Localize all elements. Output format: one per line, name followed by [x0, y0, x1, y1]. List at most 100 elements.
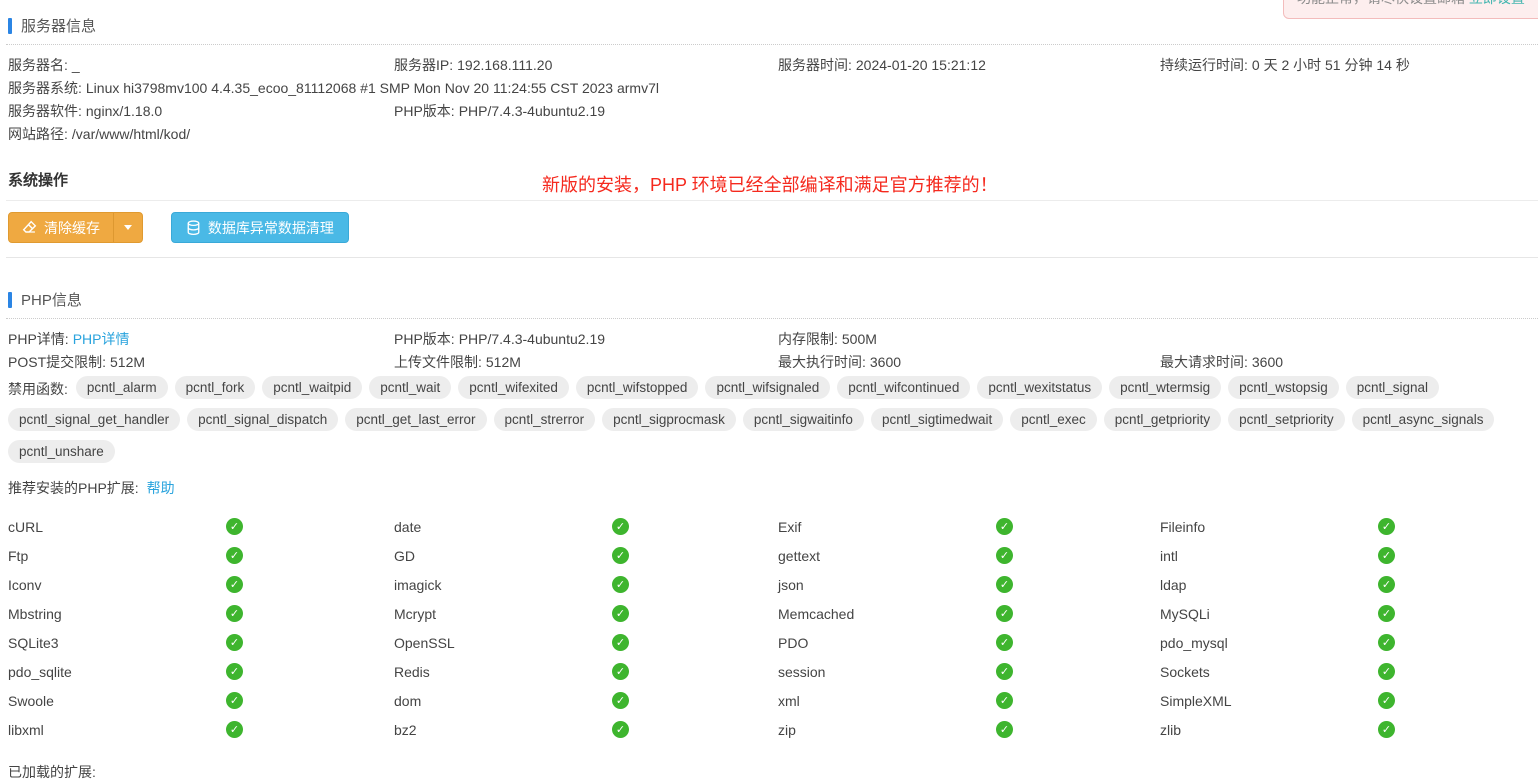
check-circle-icon: ✓ — [996, 692, 1013, 709]
db-clean-button[interactable]: 数据库异常数据清理 — [171, 212, 349, 243]
recommended-extensions-label: 推荐安装的PHP扩展: — [8, 480, 139, 496]
extension-status-cell: Redis ✓ — [394, 657, 778, 686]
check-circle-icon: ✓ — [996, 721, 1013, 738]
clear-cache-label: 清除缓存 — [44, 218, 100, 238]
check-circle-icon: ✓ — [612, 518, 629, 535]
check-circle-icon: ✓ — [612, 547, 629, 564]
max-exec-field: 最大执行时间:3600 — [778, 355, 1160, 369]
recommended-extensions-line: 推荐安装的PHP扩展: 帮助 — [6, 472, 1538, 508]
extension-status-cell: Iconv ✓ — [8, 570, 394, 599]
php-info-title: PHP信息 — [21, 289, 82, 310]
extension-name: Swoole — [8, 693, 226, 709]
extension-status-cell: GD ✓ — [394, 541, 778, 570]
check-circle-icon: ✓ — [612, 605, 629, 622]
extension-name: OpenSSL — [394, 635, 612, 651]
check-circle-icon: ✓ — [1378, 547, 1395, 564]
check-circle-icon: ✓ — [996, 576, 1013, 593]
alert-text: 功能正常，请尽快设置邮箱 — [1297, 0, 1465, 6]
extension-name: libxml — [8, 722, 226, 738]
check-circle-icon: ✓ — [612, 721, 629, 738]
disabled-function-tag: pcntl_sigtimedwait — [871, 408, 1003, 431]
check-circle-icon: ✓ — [612, 663, 629, 680]
disabled-function-tag: pcntl_signal_get_handler — [8, 408, 180, 431]
server-php-version-field: PHP版本:PHP/7.4.3-4ubuntu2.19 — [394, 104, 1538, 118]
check-circle-icon: ✓ — [1378, 692, 1395, 709]
extension-status-cell: libxml ✓ — [8, 715, 394, 744]
extension-status-cell: zlib ✓ — [1160, 715, 1538, 744]
disabled-function-tag: pcntl_signal — [1346, 376, 1439, 399]
extension-name: Mcrypt — [394, 606, 612, 622]
disabled-function-tag: pcntl_sigprocmask — [602, 408, 736, 431]
disabled-function-tag: pcntl_fork — [175, 376, 256, 399]
memory-limit-field: 内存限制:500M — [778, 332, 1538, 346]
extension-name: json — [778, 577, 996, 593]
disabled-function-tag: pcntl_wifexited — [458, 376, 569, 399]
extension-status-cell: Memcached ✓ — [778, 599, 1160, 628]
disabled-function-tag: pcntl_alarm — [76, 376, 168, 399]
extension-name: pdo_mysql — [1160, 635, 1378, 651]
alert-setup-link[interactable]: 立即设置 — [1469, 0, 1525, 6]
email-setup-alert: 功能正常，请尽快设置邮箱 立即设置 — [1283, 0, 1538, 19]
server-info-grid: 服务器名:_ 服务器IP:192.168.111.20 服务器时间:2024-0… — [6, 45, 1538, 151]
server-ip-field: 服务器IP:192.168.111.20 — [394, 58, 778, 72]
extension-status-cell: OpenSSL ✓ — [394, 628, 778, 657]
disabled-function-tag: pcntl_setpriority — [1228, 408, 1345, 431]
db-clean-label: 数据库异常数据清理 — [208, 218, 334, 238]
extension-name: MySQLi — [1160, 606, 1378, 622]
extension-status-cell: Ftp ✓ — [8, 541, 394, 570]
extension-status-cell: pdo_mysql ✓ — [1160, 628, 1538, 657]
check-circle-icon: ✓ — [1378, 663, 1395, 680]
extension-name: zlib — [1160, 722, 1378, 738]
check-circle-icon: ✓ — [226, 547, 243, 564]
extension-status-cell: zip ✓ — [778, 715, 1160, 744]
disabled-functions-label: 禁用函数: — [8, 375, 68, 399]
extension-name: zip — [778, 722, 996, 738]
disabled-function-tag: pcntl_get_last_error — [345, 408, 486, 431]
check-circle-icon: ✓ — [996, 663, 1013, 680]
extension-name: GD — [394, 548, 612, 564]
check-circle-icon: ✓ — [1378, 634, 1395, 651]
help-link[interactable]: 帮助 — [147, 480, 175, 496]
server-info-page: 功能正常，请尽快设置邮箱 立即设置 服务器信息 服务器名:_ 服务器IP:192… — [0, 0, 1538, 783]
chevron-down-icon — [124, 225, 132, 230]
server-info-title: 服务器信息 — [21, 15, 96, 36]
clear-cache-icon — [22, 220, 37, 235]
php-version-field: PHP版本:PHP/7.4.3-4ubuntu2.19 — [394, 332, 778, 346]
extension-status-cell: Fileinfo ✓ — [1160, 512, 1538, 541]
disabled-function-tag: pcntl_wexitstatus — [977, 376, 1102, 399]
check-circle-icon: ✓ — [996, 605, 1013, 622]
server-name-field: 服务器名:_ — [8, 58, 394, 72]
extension-status-cell: cURL ✓ — [8, 512, 394, 541]
disabled-function-tag: pcntl_strerror — [494, 408, 596, 431]
extension-status-cell: gettext ✓ — [778, 541, 1160, 570]
clear-cache-dropdown-toggle[interactable] — [113, 213, 142, 242]
extension-name: xml — [778, 693, 996, 709]
check-circle-icon: ✓ — [1378, 576, 1395, 593]
extension-name: session — [778, 664, 996, 680]
extension-name: PDO — [778, 635, 996, 651]
php-detail-field: PHP详情:PHP详情 — [8, 332, 394, 346]
check-circle-icon: ✓ — [226, 721, 243, 738]
extension-name: intl — [1160, 548, 1378, 564]
extension-name: Fileinfo — [1160, 519, 1378, 535]
extension-status-cell: Swoole ✓ — [8, 686, 394, 715]
extension-status-cell: dom ✓ — [394, 686, 778, 715]
divider — [6, 257, 1538, 258]
extension-status-cell: Exif ✓ — [778, 512, 1160, 541]
check-circle-icon: ✓ — [226, 663, 243, 680]
check-circle-icon: ✓ — [226, 518, 243, 535]
extension-status-cell: SimpleXML ✓ — [1160, 686, 1538, 715]
disabled-function-tag: pcntl_exec — [1010, 408, 1097, 431]
extension-status-cell: bz2 ✓ — [394, 715, 778, 744]
extension-status-grid: cURL ✓ date ✓ Exif ✓ Fileinfo ✓ Ftp ✓ — [6, 508, 1538, 750]
php-detail-link[interactable]: PHP详情 — [73, 331, 130, 347]
extension-status-cell: session ✓ — [778, 657, 1160, 686]
extension-status-cell: SQLite3 ✓ — [8, 628, 394, 657]
extension-status-cell: imagick ✓ — [394, 570, 778, 599]
upload-limit-field: 上传文件限制:512M — [394, 355, 778, 369]
disabled-function-tag: pcntl_unshare — [8, 440, 115, 463]
extension-name: Ftp — [8, 548, 226, 564]
clear-cache-button[interactable]: 清除缓存 — [9, 213, 113, 242]
disabled-function-tag: pcntl_wifstopped — [576, 376, 699, 399]
check-circle-icon: ✓ — [612, 634, 629, 651]
